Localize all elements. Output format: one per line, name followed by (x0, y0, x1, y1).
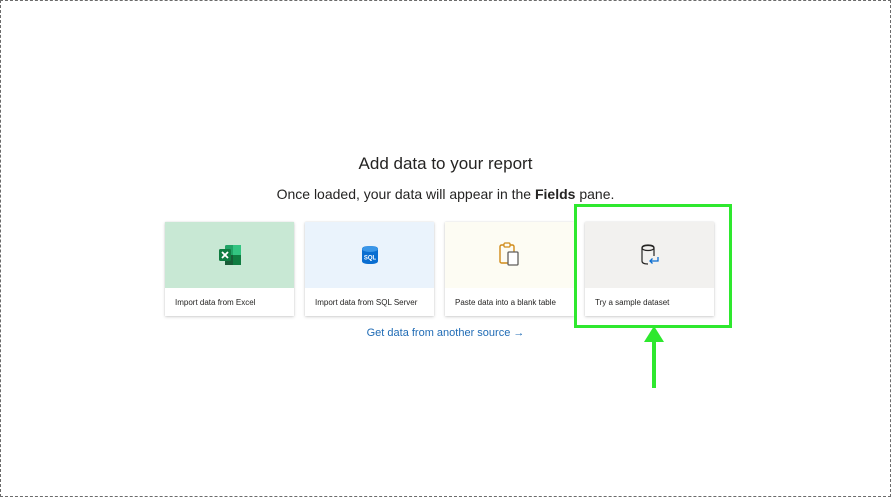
clipboard-icon (498, 242, 519, 266)
svg-text:SQL: SQL (363, 256, 376, 262)
page-title: Add data to your report (358, 154, 533, 173)
paste-blank-table-card[interactable]: Paste data into a blank table (445, 222, 574, 316)
excel-icon (218, 245, 241, 265)
get-data-another-source-link[interactable]: Get data from another source → (367, 327, 525, 339)
sql-card-art: SQL (305, 222, 434, 288)
import-sql-server-card[interactable]: SQL Import data from SQL Server (305, 222, 434, 316)
subtitle-fields-emphasis: Fields (534, 186, 576, 202)
card-label: Import data from Excel (175, 298, 256, 307)
import-excel-card[interactable]: Import data from Excel (165, 222, 294, 316)
card-label: Import data from SQL Server (315, 298, 418, 307)
highlight-box (574, 204, 732, 328)
page-subtitle: Once loaded, your data will appear in th… (0, 186, 891, 202)
paste-card-art (445, 222, 574, 288)
subtitle-text-end: pane. (575, 186, 615, 202)
sql-server-icon: SQL (361, 246, 378, 264)
get-data-link-row: Get data from another source → (0, 327, 891, 339)
excel-card-art (165, 222, 294, 288)
subtitle-text: Once loaded, your data will appear in th… (276, 186, 535, 202)
card-label: Paste data into a blank table (455, 298, 556, 307)
